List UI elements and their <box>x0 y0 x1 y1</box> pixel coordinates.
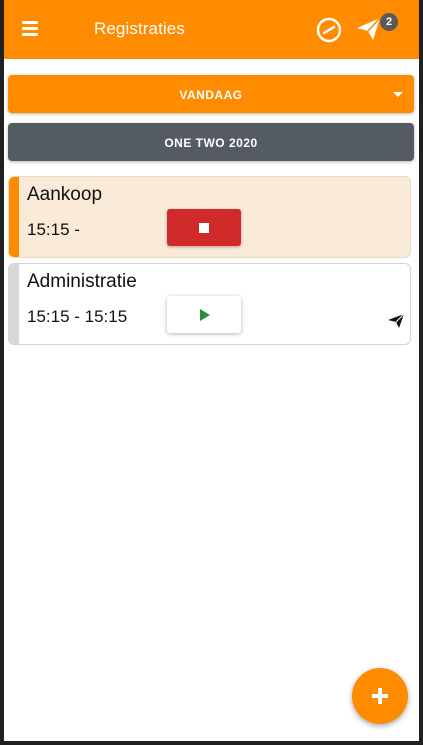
date-filter-select[interactable]: VANDAAG <box>8 75 414 113</box>
stop-timer-button[interactable] <box>167 209 241 246</box>
registration-card[interactable]: Aankoop 15:15 - <box>8 176 411 258</box>
date-filter-label: VANDAAG <box>179 88 243 102</box>
plus-icon-vertical <box>378 688 382 704</box>
start-timer-button[interactable] <box>167 296 241 333</box>
registration-title: Aankoop <box>27 184 103 205</box>
clock-icon[interactable] <box>314 15 344 45</box>
project-label: ONE TWO 2020 <box>164 136 258 150</box>
page-title: Registraties <box>94 19 185 38</box>
card-status-stripe <box>9 177 19 257</box>
app-bar: Registraties 2 <box>4 0 419 59</box>
registration-time: 15:15 - <box>27 220 80 239</box>
add-registration-button[interactable] <box>352 668 408 724</box>
registration-time: 15:15 - 15:15 <box>27 307 128 326</box>
notification-badge: 2 <box>380 13 398 31</box>
project-button[interactable]: ONE TWO 2020 <box>8 123 414 161</box>
app-screen: Registraties 2 VANDAAG ONE TWO 2020 Aank… <box>4 0 419 741</box>
paper-plane-icon <box>387 313 405 329</box>
play-icon <box>200 309 210 321</box>
registration-card[interactable]: Administratie 15:15 - 15:15 <box>8 263 411 345</box>
caret-down-icon <box>393 92 403 97</box>
stop-icon <box>199 223 209 233</box>
registration-title: Administratie <box>27 271 137 292</box>
card-status-stripe <box>9 264 19 344</box>
hamburger-menu-icon[interactable] <box>20 19 40 39</box>
